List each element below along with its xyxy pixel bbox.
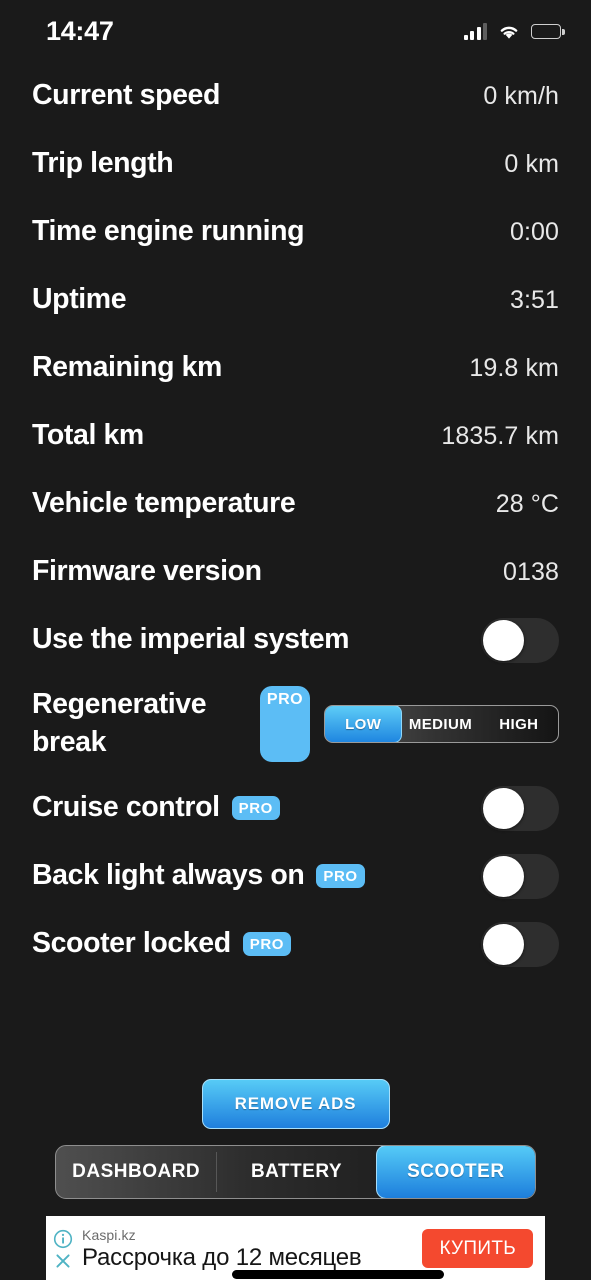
row-total-km: Total km 1835.7 km — [32, 402, 559, 470]
app-root: 14:47 Current speed 0 km/h Trip length 0… — [0, 0, 591, 1280]
row-use-imperial-system: Use the imperial system — [32, 606, 559, 674]
segment-medium[interactable]: MEDIUM — [401, 706, 479, 742]
info-circle-icon[interactable] — [53, 1229, 73, 1249]
row-value: 0138 — [502, 557, 559, 586]
tab-battery[interactable]: BATTERY — [216, 1146, 376, 1198]
row-label: Firmware version — [32, 555, 262, 588]
remove-ads-area: REMOVE ADS — [0, 1061, 591, 1129]
scooter-settings-list: Current speed 0 km/h Trip length 0 km Ti… — [0, 62, 591, 1061]
segment-high[interactable]: HIGH — [480, 706, 558, 742]
pro-badge[interactable]: PRO — [260, 686, 310, 762]
row-uptime: Uptime 3:51 — [32, 266, 559, 334]
status-bar-icons — [463, 22, 565, 40]
row-value: 1835.7 km — [441, 421, 559, 450]
row-back-light-always-on: Back light always on PRO — [32, 842, 559, 910]
toggle-use-imperial-system[interactable] — [481, 617, 559, 663]
row-remaining-km: Remaining km 19.8 km — [32, 334, 559, 402]
row-value: 3:51 — [509, 285, 559, 314]
toggle-back-light-always-on[interactable] — [481, 853, 559, 899]
ad-banner[interactable]: Kaspi.kz Рассрочка до 12 месяцев КУПИТЬ — [46, 1216, 545, 1280]
ad-headline: Рассрочка до 12 месяцев — [82, 1244, 362, 1272]
remove-ads-button[interactable]: REMOVE ADS — [201, 1079, 390, 1129]
row-label: Uptime — [32, 283, 127, 316]
row-label: Total km — [32, 419, 144, 452]
row-vehicle-temperature: Vehicle temperature 28 °C — [32, 470, 559, 538]
bottom-tabbar: DASHBOARD BATTERY SCOOTER — [55, 1145, 536, 1199]
row-current-speed: Current speed 0 km/h — [32, 62, 559, 130]
row-label: Time engine running — [32, 215, 305, 248]
battery-low-icon — [531, 23, 565, 39]
row-regenerative-break: Regenerative break PRO LOW MEDIUM HIGH — [32, 674, 559, 774]
row-value: 0:00 — [509, 217, 559, 246]
row-cruise-control: Cruise control PRO — [32, 774, 559, 842]
ad-redaction-bar — [232, 1270, 444, 1279]
signal-bars-icon — [463, 22, 487, 40]
status-bar-clock: 14:47 — [46, 15, 114, 46]
toggle-knob — [483, 619, 524, 661]
pro-badge[interactable]: PRO — [316, 863, 365, 888]
toggle-knob — [483, 855, 524, 897]
toggle-cruise-control[interactable] — [481, 785, 559, 831]
pro-badge[interactable]: PRO — [242, 931, 292, 956]
toggle-scooter-locked[interactable] — [481, 921, 559, 967]
status-bar: 14:47 — [0, 0, 591, 62]
ad-banner-text: Kaspi.kz Рассрочка до 12 месяцев — [80, 1216, 444, 1280]
wifi-icon — [498, 23, 520, 40]
tabbar-area: DASHBOARD BATTERY SCOOTER — [0, 1129, 591, 1199]
row-label: Current speed — [32, 79, 221, 112]
row-value: 28 °C — [495, 489, 559, 518]
ad-brand-label: Kaspi.kz — [82, 1227, 136, 1243]
segmented-control-regenerative-break[interactable]: LOW MEDIUM HIGH — [324, 705, 559, 743]
row-label: Back light always on — [32, 859, 305, 892]
row-scooter-locked: Scooter locked PRO — [32, 910, 559, 978]
ad-buy-button[interactable]: КУПИТЬ — [422, 1228, 533, 1268]
row-firmware-version: Firmware version 0138 — [32, 538, 559, 606]
row-label: Use the imperial system — [32, 623, 350, 656]
pro-badge[interactable]: PRO — [231, 795, 280, 820]
row-value: 0 km — [504, 149, 559, 178]
row-trip-length: Trip length 0 km — [32, 130, 559, 198]
row-value: 0 km/h — [483, 81, 559, 110]
ad-banner-controls — [46, 1216, 80, 1280]
row-label: Regenerative break — [32, 688, 207, 758]
segment-low[interactable]: LOW — [325, 706, 403, 742]
row-label: Vehicle temperature — [32, 487, 296, 520]
row-label: Remaining km — [32, 351, 222, 384]
row-time-engine-running: Time engine running 0:00 — [32, 198, 559, 266]
toggle-knob — [483, 787, 524, 829]
close-x-icon[interactable] — [53, 1251, 73, 1271]
row-value: 19.8 km — [469, 353, 559, 382]
row-label: Scooter locked — [32, 927, 231, 960]
footer: REMOVE ADS DASHBOARD BATTERY SCOOTER Kas… — [0, 1061, 591, 1280]
tab-scooter[interactable]: SCOOTER — [375, 1146, 535, 1198]
row-label: Cruise control — [32, 791, 220, 824]
regenerative-break-controls: PRO LOW MEDIUM HIGH — [260, 686, 559, 762]
tab-dashboard[interactable]: DASHBOARD — [56, 1146, 216, 1198]
row-label: Trip length — [32, 147, 174, 180]
toggle-knob — [483, 923, 524, 965]
